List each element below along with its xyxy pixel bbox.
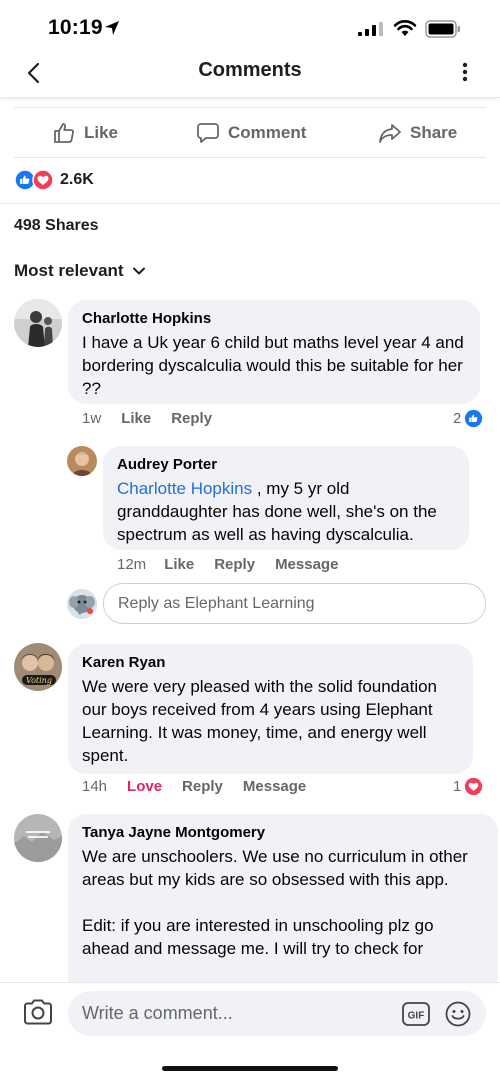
reply-time: 12m (117, 556, 147, 573)
avatar[interactable] (67, 446, 97, 476)
divider (14, 107, 486, 108)
comment-input[interactable]: Write a comment... GIF (68, 991, 486, 1036)
reply-input-placeholder: Reply as Elephant Learning (118, 594, 315, 612)
avatar-image (14, 814, 62, 862)
love-reaction-icon (32, 169, 54, 191)
nav-bar: Comments (0, 56, 500, 98)
share-arrow-icon (379, 124, 401, 143)
avatar-image (67, 446, 97, 476)
wifi-icon (393, 20, 417, 36)
home-indicator[interactable] (162, 1066, 338, 1071)
reply-reply-button[interactable]: Reply (214, 556, 255, 573)
reply-author[interactable]: Audrey Porter (117, 456, 455, 473)
status-bar: 10:19 (0, 0, 500, 56)
reply-message-button[interactable]: Message (275, 556, 338, 573)
comment-author[interactable]: Karen Ryan (82, 654, 459, 671)
like-action-label: Like (84, 123, 119, 142)
elephant-avatar-image (67, 589, 97, 619)
comment-reaction-count[interactable]: 2 (453, 409, 483, 428)
share-action-label: Share (410, 123, 458, 142)
battery-icon (425, 20, 460, 38)
svg-text:Voting: Voting (26, 676, 52, 685)
comment-bubble-icon (197, 123, 219, 143)
comment-time: 1w (82, 410, 102, 427)
comment-bubble[interactable]: Karen Ryan We were very pleased with the… (68, 644, 473, 774)
comment-reaction-count[interactable]: 1 (453, 777, 483, 796)
comment-time: 14h (82, 778, 108, 795)
more-options-icon[interactable] (456, 60, 474, 84)
post-actions: Like Comment Share (0, 118, 500, 148)
reply-text: Charlotte Hopkins , my 5 yr old granddau… (117, 477, 455, 546)
gif-icon: GIF (402, 1002, 430, 1026)
share-action-button[interactable]: Share (378, 118, 457, 148)
comment-like-button[interactable]: Like (121, 410, 151, 427)
chevron-down-icon (132, 267, 145, 275)
love-reaction-icon (465, 777, 483, 796)
avatar[interactable] (14, 299, 62, 347)
avatar-image: Voting (14, 643, 62, 691)
like-reaction-icon (465, 409, 483, 428)
comment-text: I have a Uk year 6 child but maths level… (82, 333, 464, 398)
divider (0, 203, 500, 204)
comment-reply-button[interactable]: Reply (182, 778, 223, 795)
reaction-summary[interactable]: 2.6K (14, 168, 94, 192)
camera-icon[interactable] (22, 998, 54, 1026)
reaction-count: 2.6K (60, 171, 94, 188)
reply-bubble[interactable]: Audrey Porter Charlotte Hopkins , my 5 y… (103, 446, 469, 550)
comment-action-label: Comment (228, 123, 307, 142)
comment-reaction-number: 1 (453, 778, 462, 795)
comment-meta: 1w Like Reply (82, 410, 212, 427)
divider (14, 157, 486, 158)
comment-love-button[interactable]: Love (127, 778, 162, 795)
reply-meta: 12m Like Reply Message (117, 556, 338, 573)
emoji-icon[interactable] (444, 1000, 472, 1028)
reply-like-button[interactable]: Like (164, 556, 194, 573)
comment-composer: Write a comment... GIF (0, 982, 500, 1082)
like-action-button[interactable]: Like (52, 118, 118, 148)
comment-action-button[interactable]: Comment (196, 118, 306, 148)
reply-input[interactable]: Reply as Elephant Learning (103, 583, 486, 624)
comment-reply-button[interactable]: Reply (171, 410, 212, 427)
mention-link[interactable]: Charlotte Hopkins (117, 479, 252, 498)
avatar (67, 589, 97, 619)
comment-bubble[interactable]: Tanya Jayne Montgomery We are unschooler… (68, 814, 498, 994)
comment-author[interactable]: Charlotte Hopkins (82, 310, 466, 327)
comment-text: We were very pleased with the solid foun… (82, 677, 437, 765)
comment-reaction-number: 2 (453, 410, 462, 427)
page-title: Comments (198, 59, 302, 81)
avatar-image (14, 299, 62, 347)
sort-label: Most relevant (14, 261, 124, 280)
svg-text:GIF: GIF (408, 1011, 425, 1022)
comment-text-edit: Edit: if you are interested in unschooli… (82, 916, 434, 958)
comment-meta: 14h Love Reply Message (82, 778, 306, 795)
location-arrow-icon (105, 21, 119, 35)
status-time: 10:19 (48, 16, 103, 39)
thumbs-up-icon (54, 123, 74, 143)
cellular-signal-icon (358, 22, 383, 36)
comment-text: We are unschoolers. We use no curriculum… (82, 847, 468, 889)
sort-dropdown[interactable]: Most relevant (14, 261, 146, 281)
comment-bubble[interactable]: Charlotte Hopkins I have a Uk year 6 chi… (68, 300, 480, 404)
avatar[interactable]: Voting (14, 643, 62, 691)
avatar[interactable] (14, 814, 62, 862)
comment-input-placeholder: Write a comment... (82, 1003, 233, 1023)
shares-count[interactable]: 498 Shares (14, 217, 99, 235)
gif-button[interactable]: GIF (401, 1001, 431, 1032)
comment-message-button[interactable]: Message (243, 778, 306, 795)
comment-author[interactable]: Tanya Jayne Montgomery (82, 824, 484, 841)
